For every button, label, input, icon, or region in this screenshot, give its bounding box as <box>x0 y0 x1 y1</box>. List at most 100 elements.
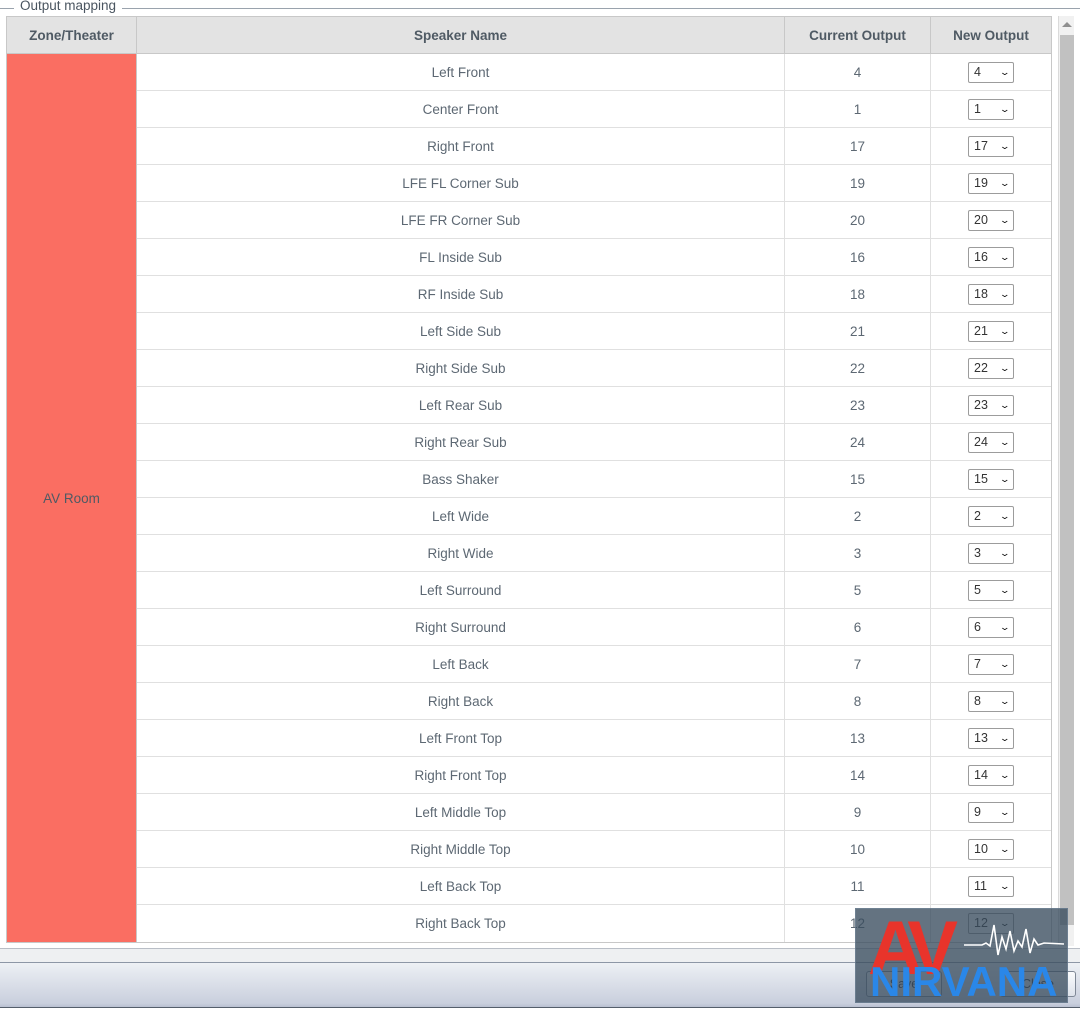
chevron-down-icon: ⌄ <box>999 510 1011 521</box>
av-nirvana-watermark: AV NIRVANA <box>855 908 1068 1003</box>
chevron-down-icon: ⌄ <box>999 695 1011 706</box>
table-row: Right Rear Sub 24 24 ⌄ <box>137 424 1051 461</box>
cell-current-output: 20 <box>785 202 931 238</box>
cell-speaker-name: Right Front Top <box>137 757 785 793</box>
new-output-select[interactable]: 2 ⌄ <box>968 505 1014 527</box>
column-header-zone: Zone/Theater <box>7 17 137 53</box>
cell-current-output: 19 <box>785 165 931 201</box>
cell-new-output: 4 ⌄ <box>931 54 1051 90</box>
cell-current-output: 4 <box>785 54 931 90</box>
chevron-down-icon: ⌄ <box>999 732 1011 743</box>
cell-current-output: 8 <box>785 683 931 719</box>
new-output-select[interactable]: 4 ⌄ <box>968 61 1014 83</box>
cell-current-output: 9 <box>785 794 931 830</box>
cell-speaker-name: Left Back Top <box>137 868 785 904</box>
new-output-select[interactable]: 15 ⌄ <box>968 468 1014 490</box>
new-output-select[interactable]: 20 ⌄ <box>968 209 1014 231</box>
cell-current-output: 1 <box>785 91 931 127</box>
new-output-select[interactable]: 13 ⌄ <box>968 727 1014 749</box>
new-output-value: 2 <box>974 508 981 523</box>
new-output-select[interactable]: 18 ⌄ <box>968 283 1014 305</box>
cell-speaker-name: Bass Shaker <box>137 461 785 497</box>
scroll-up-button[interactable] <box>1059 16 1075 33</box>
scrollbar-thumb[interactable] <box>1060 35 1074 925</box>
new-output-value: 22 <box>974 360 988 375</box>
new-output-select[interactable]: 24 ⌄ <box>968 431 1014 453</box>
table-vertical-scrollbar[interactable] <box>1058 16 1074 946</box>
new-output-value: 3 <box>974 545 981 560</box>
cell-current-output: 15 <box>785 461 931 497</box>
table-row: LFE FL Corner Sub 19 19 ⌄ <box>137 165 1051 202</box>
cell-new-output: 14 ⌄ <box>931 757 1051 793</box>
table-row: Right Side Sub 22 22 ⌄ <box>137 350 1051 387</box>
new-output-value: 16 <box>974 249 988 264</box>
new-output-value: 5 <box>974 582 981 597</box>
chevron-down-icon: ⌄ <box>999 214 1011 225</box>
new-output-select[interactable]: 8 ⌄ <box>968 690 1014 712</box>
table-row: Left Back Top 11 11 ⌄ <box>137 868 1051 905</box>
cell-new-output: 23 ⌄ <box>931 387 1051 423</box>
chevron-down-icon: ⌄ <box>999 362 1011 373</box>
table-row: Right Surround 6 6 ⌄ <box>137 609 1051 646</box>
new-output-value: 20 <box>974 212 988 227</box>
cell-current-output: 7 <box>785 646 931 682</box>
cell-new-output: 6 ⌄ <box>931 609 1051 645</box>
table-row: Left Wide 2 2 ⌄ <box>137 498 1051 535</box>
cell-current-output: 6 <box>785 609 931 645</box>
table-row: Bass Shaker 15 15 ⌄ <box>137 461 1051 498</box>
new-output-select[interactable]: 6 ⌄ <box>968 616 1014 638</box>
column-header-speaker-name: Speaker Name <box>137 17 785 53</box>
new-output-value: 6 <box>974 619 981 634</box>
cell-current-output: 18 <box>785 276 931 312</box>
chevron-down-icon: ⌄ <box>999 177 1011 188</box>
cell-current-output: 21 <box>785 313 931 349</box>
table-row: Left Back 7 7 ⌄ <box>137 646 1051 683</box>
cell-speaker-name: Left Side Sub <box>137 313 785 349</box>
panel-legend: Output mapping <box>14 0 123 13</box>
new-output-select[interactable]: 10 ⌄ <box>968 838 1014 860</box>
new-output-value: 9 <box>974 804 981 819</box>
cell-new-output: 16 ⌄ <box>931 239 1051 275</box>
new-output-select[interactable]: 11 ⌄ <box>968 875 1014 897</box>
new-output-select[interactable]: 9 ⌄ <box>968 801 1014 823</box>
table-row: LFE FR Corner Sub 20 20 ⌄ <box>137 202 1051 239</box>
new-output-select[interactable]: 3 ⌄ <box>968 542 1014 564</box>
chevron-down-icon: ⌄ <box>999 66 1011 77</box>
new-output-value: 11 <box>974 878 987 893</box>
new-output-select[interactable]: 17 ⌄ <box>968 135 1014 157</box>
cell-current-output: 5 <box>785 572 931 608</box>
table-header-row: Zone/Theater Speaker Name Current Output… <box>7 17 1051 54</box>
chevron-down-icon: ⌄ <box>999 547 1011 558</box>
table-row: Right Back 8 8 ⌄ <box>137 683 1051 720</box>
cell-new-output: 7 ⌄ <box>931 646 1051 682</box>
chevron-down-icon: ⌄ <box>999 251 1011 262</box>
cell-speaker-name: Left Rear Sub <box>137 387 785 423</box>
new-output-select[interactable]: 14 ⌄ <box>968 764 1014 786</box>
chevron-down-icon: ⌄ <box>999 769 1011 780</box>
cell-speaker-name: FL Inside Sub <box>137 239 785 275</box>
chevron-down-icon: ⌄ <box>999 288 1011 299</box>
output-mapping-table: Zone/Theater Speaker Name Current Output… <box>6 16 1052 943</box>
cell-new-output: 11 ⌄ <box>931 868 1051 904</box>
cell-new-output: 8 ⌄ <box>931 683 1051 719</box>
new-output-select[interactable]: 19 ⌄ <box>968 172 1014 194</box>
chevron-down-icon: ⌄ <box>999 584 1011 595</box>
cell-new-output: 9 ⌄ <box>931 794 1051 830</box>
cell-new-output: 15 ⌄ <box>931 461 1051 497</box>
new-output-select[interactable]: 5 ⌄ <box>968 579 1014 601</box>
cell-new-output: 20 ⌄ <box>931 202 1051 238</box>
new-output-select[interactable]: 7 ⌄ <box>968 653 1014 675</box>
table-rows: Left Front 4 4 ⌄ Center Front 1 1 ⌄ Right Front 1… <box>137 54 1051 942</box>
cell-current-output: 23 <box>785 387 931 423</box>
new-output-select[interactable]: 22 ⌄ <box>968 357 1014 379</box>
cell-new-output: 24 ⌄ <box>931 424 1051 460</box>
new-output-select[interactable]: 1 ⌄ <box>968 98 1014 120</box>
new-output-select[interactable]: 21 ⌄ <box>968 320 1014 342</box>
new-output-select[interactable]: 23 ⌄ <box>968 394 1014 416</box>
new-output-value: 21 <box>974 323 988 338</box>
new-output-select[interactable]: 16 ⌄ <box>968 246 1014 268</box>
cell-new-output: 17 ⌄ <box>931 128 1051 164</box>
new-output-value: 24 <box>974 434 988 449</box>
chevron-down-icon: ⌄ <box>999 658 1011 669</box>
new-output-value: 8 <box>974 693 981 708</box>
